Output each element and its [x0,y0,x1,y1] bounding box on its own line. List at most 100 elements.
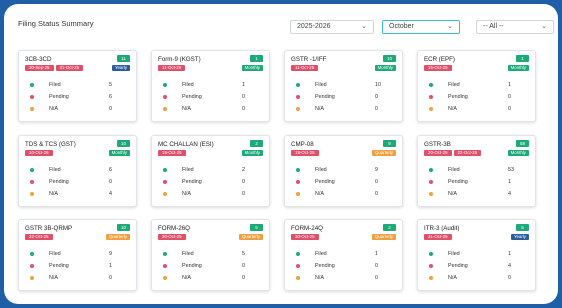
filing-card[interactable]: TDS & TCS (GST) 10 10-Oct-25 Monthly Filed 6 P… [18,135,137,207]
filter-select[interactable]: -- All -- ⌄ [476,20,554,34]
na-dot-icon [296,107,300,111]
status-label: Filed [315,251,327,257]
status-count: 10 [375,82,381,88]
status-label: Pending [315,94,335,100]
status-row-na: N/A 0 [285,273,402,285]
status-label: Pending [315,263,335,269]
status-count: 0 [508,275,511,281]
count-badge: 1 [516,55,529,62]
card-title: GSTR 3B-QRMP [25,225,73,232]
filing-card[interactable]: GSTR -1/IFF 10 11-Oct-25 Monthly Filed 10 Pend… [284,50,403,122]
status-row-na: N/A 0 [418,104,535,116]
pending-dot-icon [163,180,167,184]
status-label: N/A [182,106,191,112]
status-label: Pending [49,179,69,185]
year-select[interactable]: 2025-2026 ⌄ [290,20,374,34]
status-label: N/A [315,275,324,281]
count-badge: 58 [516,140,529,147]
status-label: Pending [448,179,468,185]
due-date-badge: 30-Oct-25 [158,234,186,240]
filing-card[interactable]: ECR (EPF) 1 15-Oct-25 Monthly Filed 1 Pending 0… [417,50,536,122]
status-row-pending: Pending 0 [19,177,136,189]
count-badge: 10 [383,55,396,62]
frequency-badge: Quarterly [371,234,396,240]
count-badge: 10 [117,140,130,147]
filed-dot-icon [30,83,34,87]
na-dot-icon [30,276,34,280]
status-row-pending: Pending 0 [152,177,269,189]
pending-dot-icon [30,264,34,268]
status-label: Pending [49,263,69,269]
status-row-pending: Pending 0 [152,261,269,273]
due-dates: 11-Oct-25 [291,65,319,71]
status-label: Pending [182,179,202,185]
chevron-down-icon: ⌄ [447,23,453,30]
count-badge: 10 [117,224,130,231]
status-count: 0 [242,263,245,269]
status-rows: Filed 1 Pending 0 N/A 0 [152,80,269,116]
status-label: Filed [182,167,194,173]
status-count: 0 [242,94,245,100]
status-label: N/A [49,275,58,281]
status-row-pending: Pending 1 [19,261,136,273]
filing-card[interactable]: FORM-24Q 2 30-Oct-25 Quarterly Filed 1 Pending… [284,219,403,291]
pending-dot-icon [429,180,433,184]
due-date-badge: 30-Sep-25 [25,65,54,71]
month-select[interactable]: October ⌄ [382,20,460,34]
na-dot-icon [296,192,300,196]
filing-card[interactable]: GSTR-3B 58 20-Oct-25 22-Oct-25 Monthly Filed 5… [417,135,536,207]
count-badge: 5 [250,224,263,231]
frequency-badge: Quarterly [371,150,396,156]
pending-dot-icon [296,95,300,99]
status-rows: Filed 5 Pending 0 N/A 0 [152,249,269,285]
status-row-filed: Filed 2 [152,165,269,177]
status-rows: Filed 2 Pending 0 N/A 0 [152,165,269,201]
na-dot-icon [163,192,167,196]
status-count: 0 [242,106,245,112]
status-label: Filed [448,251,460,257]
status-row-na: N/A 0 [418,273,535,285]
pending-dot-icon [296,180,300,184]
due-dates: 22-Oct-25 [25,234,53,240]
status-rows: Filed 1 Pending 0 N/A 0 [285,249,402,285]
filed-dot-icon [296,168,300,172]
status-count: 5 [242,251,245,257]
card-title: ECR (EPF) [424,56,455,63]
filing-card[interactable]: FORM-26Q 5 30-Oct-25 Quarterly Filed 5 Pending… [151,219,270,291]
status-label: Pending [448,263,468,269]
status-count: 0 [508,106,511,112]
status-label: Filed [448,82,460,88]
status-row-na: N/A 0 [152,189,269,201]
card-title: FORM-26Q [158,225,190,232]
due-date-badge: 15-Oct-25 [158,150,186,156]
filing-card[interactable]: CMP-08 9 18-Oct-25 Quarterly Filed 9 Pending 0 N… [284,135,403,207]
status-label: Filed [182,251,194,257]
due-dates: 30-Sep-25 31-Oct-25 [25,65,84,71]
count-badge: 5 [516,224,529,231]
filing-card[interactable]: ITR-3 (Audit) 5 31-Oct-25 Yearly Filed 1 Pendi… [417,219,536,291]
filing-card[interactable]: MC CHALLAN (ESI) 2 15-Oct-25 Monthly Filed 2 P… [151,135,270,207]
filing-card[interactable]: 3CB-3CD 11 30-Sep-25 31-Oct-25 Yearly Filed 5 P… [18,50,137,122]
status-row-pending: Pending 0 [285,92,402,104]
status-row-pending: Pending 0 [152,92,269,104]
status-row-filed: Filed 5 [19,80,136,92]
status-label: N/A [315,106,324,112]
na-dot-icon [296,276,300,280]
status-rows: Filed 10 Pending 0 N/A 0 [285,80,402,116]
filing-card[interactable]: GSTR 3B-QRMP 10 22-Oct-25 Quarterly Filed 9 Pe… [18,219,137,291]
year-select-value: 2025-2026 [297,23,331,30]
card-title: MC CHALLAN (ESI) [158,141,214,148]
due-date-badge: 31-Oct-25 [55,65,84,71]
status-row-pending: Pending 1 [418,177,535,189]
status-row-pending: Pending 0 [285,177,402,189]
frequency-badge: Quarterly [238,234,263,240]
status-count: 1 [109,263,112,269]
status-row-pending: Pending 0 [285,261,402,273]
status-count: 0 [242,179,245,185]
status-label: Pending [315,179,335,185]
filing-card[interactable]: Form-9 (KGST) 1 11-Oct-25 Monthly Filed 1 Pend… [151,50,270,122]
frequency-badge: Monthly [241,65,263,71]
status-count: 0 [375,263,378,269]
status-label: Filed [315,167,327,173]
status-rows: Filed 1 Pending 0 N/A 0 [418,80,535,116]
